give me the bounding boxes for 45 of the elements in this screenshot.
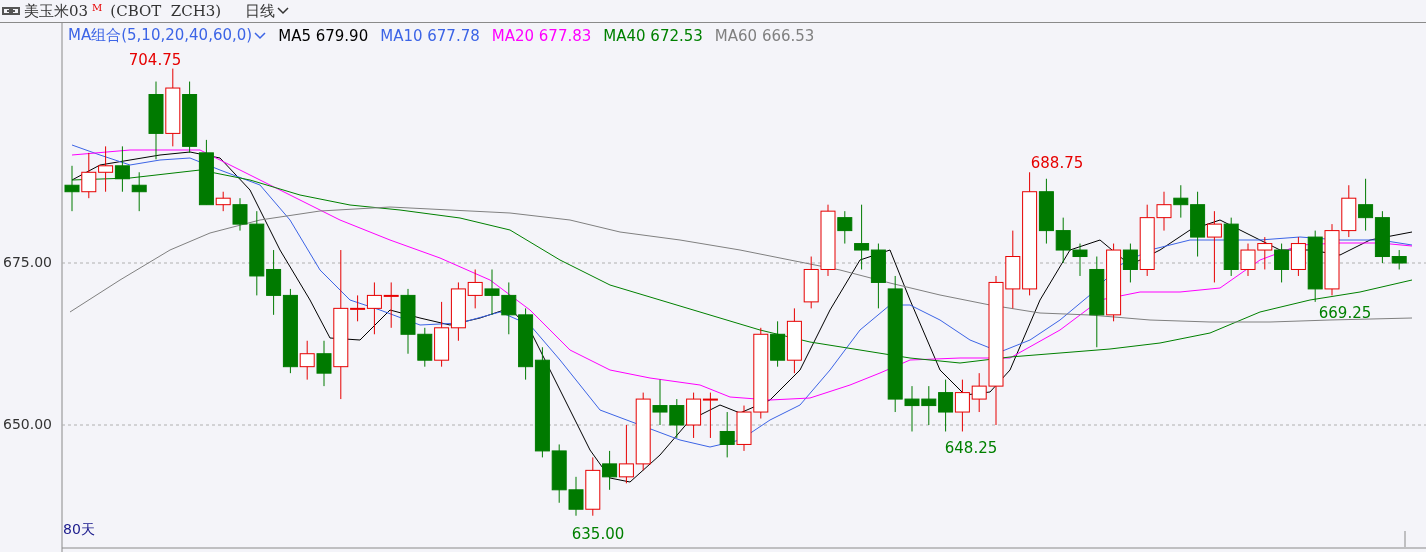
candlestick [383, 281, 399, 329]
chevron-down-icon [254, 31, 267, 40]
candlestick [1055, 217, 1071, 264]
candlestick [803, 256, 819, 309]
price-label: 635.00 [571, 525, 625, 543]
candlestick [1257, 236, 1273, 270]
y-axis-label: 650.00 [3, 416, 52, 432]
candlestick [686, 392, 702, 439]
candlestick [702, 392, 718, 439]
chevron-down-icon [277, 7, 290, 15]
ma-value: MA60 666.53 [714, 26, 815, 45]
range-label: 80天 [63, 521, 95, 539]
ma-selector-dropdown[interactable]: MA组合(5,10,20,40,60,0) [68, 26, 267, 45]
candlestick [64, 165, 80, 212]
ma-value: MA10 677.78 [380, 26, 480, 45]
candlestick [484, 269, 500, 316]
instrument-name: 美玉米03 [24, 1, 89, 21]
candlestick [266, 249, 282, 316]
candlestick [1358, 178, 1374, 232]
contract-month-label: M [92, 2, 103, 13]
ma-value: MA20 677.83 [491, 26, 592, 45]
candlestick [1274, 243, 1290, 283]
candlestick [1341, 184, 1357, 238]
candlestick [719, 411, 735, 458]
ma-value: MA5 679.90 [278, 26, 369, 45]
instrument-code: (CBOT ZCH3) [110, 2, 222, 20]
candlestick [669, 398, 685, 439]
candlestick [81, 152, 97, 199]
price-label: 704.75 [128, 51, 182, 69]
candlestick [954, 379, 970, 432]
candlestick [938, 379, 954, 432]
candlestick [501, 281, 517, 335]
candlestick [114, 145, 130, 193]
candlestick [786, 307, 802, 374]
tick-mark [1404, 530, 1406, 548]
link-icon [2, 6, 20, 16]
price-label: 688.75 [1030, 154, 1084, 172]
candlestick [921, 385, 937, 426]
candlestick [131, 171, 147, 212]
price-label: 648.25 [944, 439, 998, 457]
price-label: 669.25 [1318, 304, 1372, 322]
ma-value: MA40 672.53 [603, 26, 703, 45]
period-dropdown[interactable]: 日线 [245, 1, 290, 21]
y-axis-label: 675.00 [3, 254, 52, 270]
candlestick [98, 145, 114, 193]
